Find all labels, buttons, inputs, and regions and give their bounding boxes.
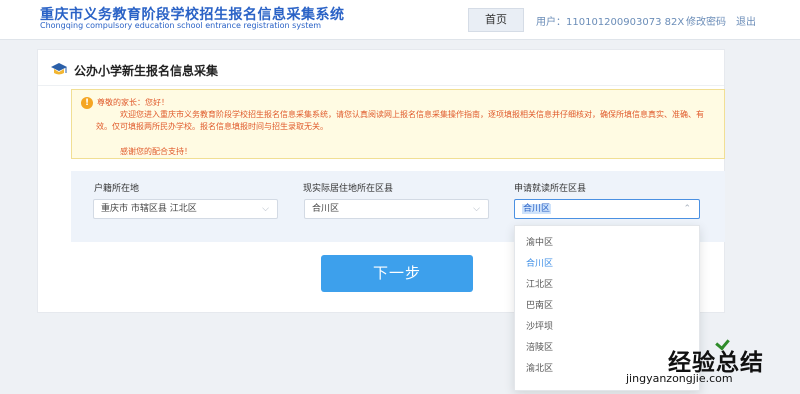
chevron-down-icon: ⌵ [262, 204, 269, 214]
graduation-cap-icon [51, 63, 67, 75]
watermark-url: jingyanzongjie.com [626, 372, 733, 385]
residence-select[interactable]: 合川区 ⌵ [304, 199, 489, 219]
system-title-en: Chongqing compulsory education school en… [40, 21, 322, 30]
home-button[interactable]: 首页 [468, 8, 524, 32]
next-step-button[interactable]: 下一步 [321, 255, 473, 292]
card-title: 公办小学新生报名信息采集 [74, 63, 219, 78]
notice-thanks: 感谢您的配合支持！ [120, 147, 192, 156]
title-divider [38, 85, 724, 86]
residence-label: 现实际居住地所在区县 [303, 184, 394, 194]
user-id-label: 用户：110101200903073 82X [536, 17, 685, 28]
residence-value: 合川区 [312, 204, 340, 214]
dropdown-option[interactable]: 巴南区 [515, 296, 699, 317]
apply-district-select[interactable]: 合川区 ⌃ [514, 199, 700, 219]
apply-district-value: 合川区 [522, 204, 552, 214]
dropdown-option[interactable]: 渝中区 [515, 233, 699, 254]
apply-district-label: 申请就读所在区县 [514, 184, 587, 194]
change-password-link[interactable]: 修改密码 [686, 13, 726, 28]
chevron-up-icon: ⌃ [683, 204, 691, 214]
household-value: 重庆市 市辖区县 江北区 [101, 204, 197, 214]
chevron-down-icon: ⌵ [473, 204, 480, 214]
dropdown-option[interactable]: 沙坪坝 [515, 317, 699, 338]
dropdown-option[interactable]: 江北区 [515, 275, 699, 296]
logout-link[interactable]: 退出 [736, 13, 756, 28]
dropdown-option-selected[interactable]: 合川区 [515, 254, 699, 275]
warning-icon: ! [81, 97, 93, 109]
top-header: 重庆市义务教育阶段学校招生报名信息采集系统 Chongqing compulso… [0, 0, 800, 40]
notice-body: 欢迎您进入重庆市义务教育阶段学校招生报名信息采集系统，请您认真阅读网上报名信息采… [96, 110, 704, 131]
household-label: 户籍所在地 [94, 184, 140, 194]
card-header: 公办小学新生报名信息采集 [50, 60, 218, 80]
notice-greeting: 尊敬的家长：您好！ [97, 98, 169, 107]
notice-box: ! 尊敬的家长：您好！ 欢迎您进入重庆市义务教育阶段学校招生报名信息采集系统，请… [71, 89, 725, 159]
household-select[interactable]: 重庆市 市辖区县 江北区 ⌵ [93, 199, 278, 219]
